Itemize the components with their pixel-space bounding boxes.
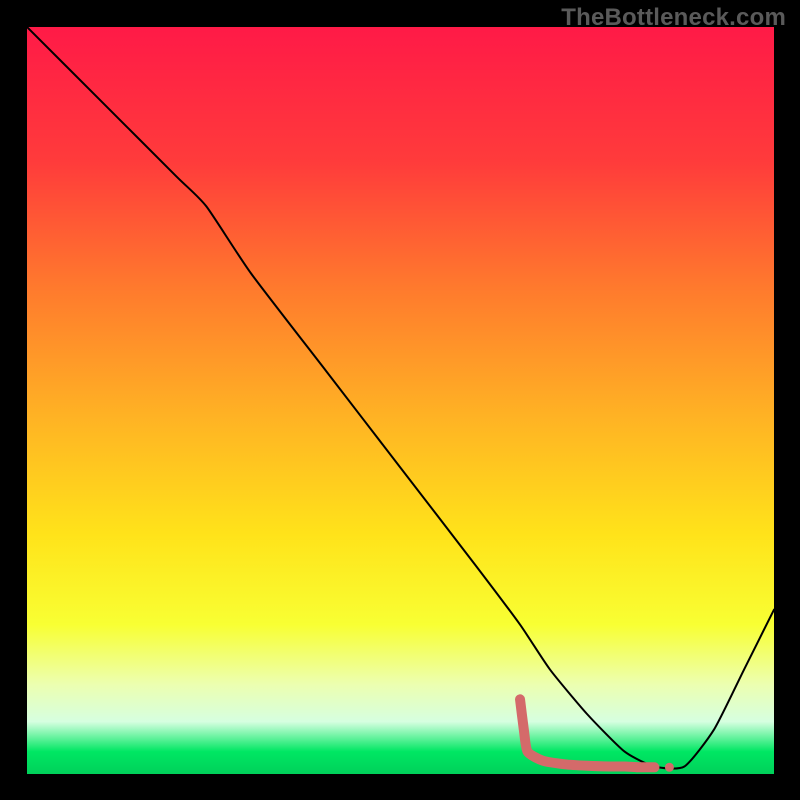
dot-1 [665, 763, 674, 772]
chart-svg [27, 27, 774, 774]
plot-area [27, 27, 774, 774]
chart-container: TheBottleneck.com [0, 0, 800, 800]
